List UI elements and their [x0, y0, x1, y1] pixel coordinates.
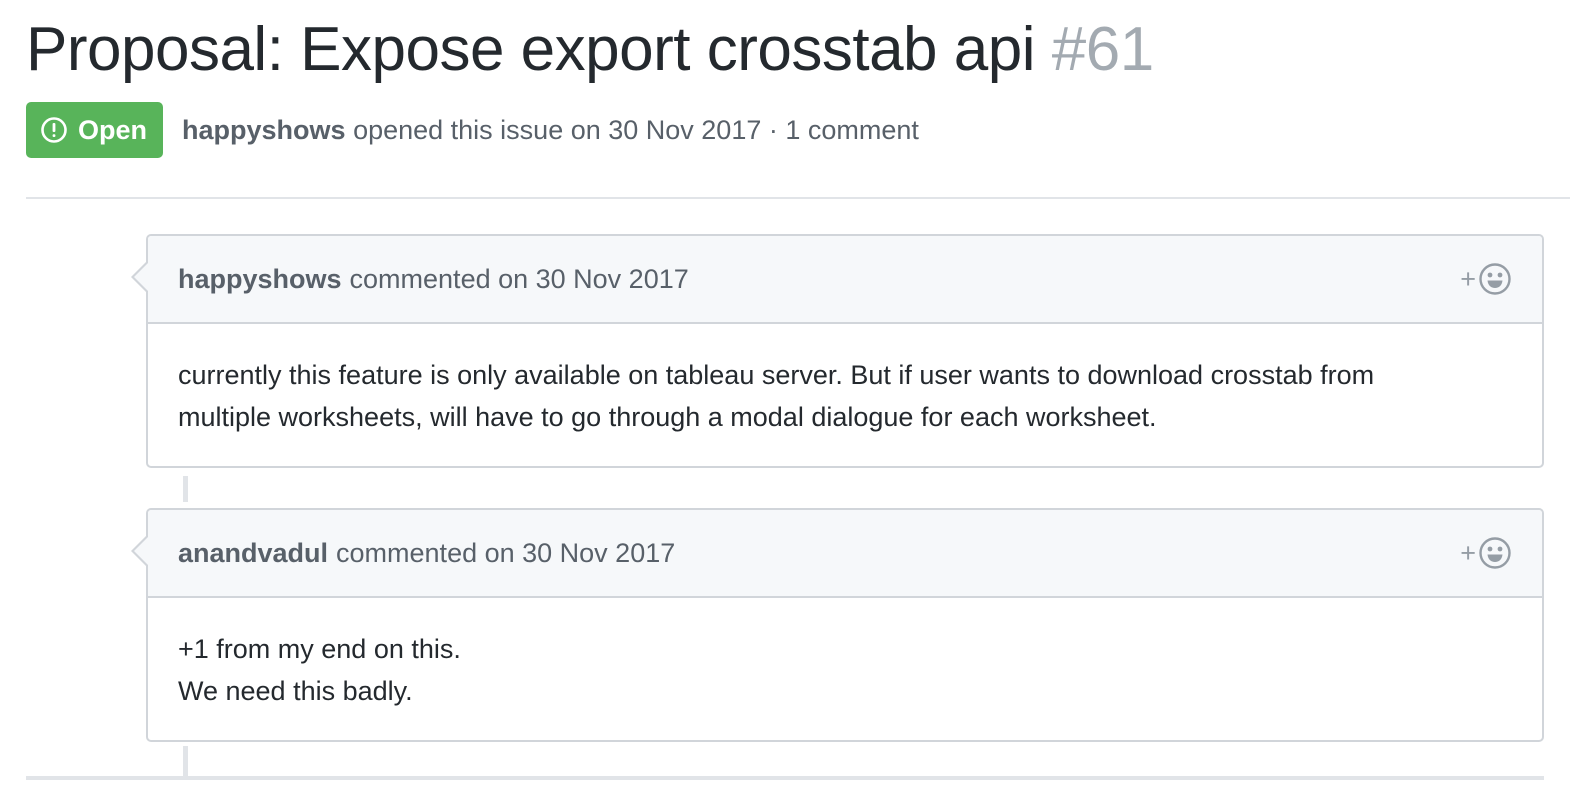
issue-meta-text: happyshows opened this issue on 30 Nov 2… [182, 115, 919, 146]
comment-author-link[interactable]: anandvadul [178, 538, 328, 569]
issue-meta: Open happyshows opened this issue on 30 … [26, 102, 919, 158]
issue-title-text: Proposal: Expose export crosstab api [26, 15, 1036, 84]
comment-header: happyshows commented on 30 Nov 2017 + [131, 236, 1542, 324]
comment-box: happyshows commented on 30 Nov 2017 + cu… [131, 234, 1544, 468]
smiley-icon [1479, 263, 1511, 295]
comment-body-line: +1 from my end on this. [178, 634, 461, 664]
comment-body-line: We need this badly. [178, 676, 413, 706]
timeline-connector [183, 476, 188, 502]
state-label: Open [78, 114, 148, 145]
issue-number: #61 [1051, 15, 1154, 84]
comment-box: anandvadul commented on 30 Nov 2017 + +1… [131, 508, 1544, 742]
add-reaction-button[interactable]: + [1460, 536, 1512, 570]
footer-divider [26, 776, 1544, 780]
smiley-icon [1479, 537, 1511, 569]
comment-body-line: multiple worksheets, will have to go thr… [178, 402, 1157, 432]
issue-opened-icon [41, 117, 67, 143]
issue-opened-text: opened this issue on 30 Nov 2017 · 1 com… [353, 114, 919, 145]
timeline-connector [183, 746, 188, 776]
reaction-plus: + [1460, 538, 1476, 568]
comment-header: anandvadul commented on 30 Nov 2017 + [131, 510, 1542, 598]
issue-author-link[interactable]: happyshows [182, 115, 346, 145]
comment-caret-fill [134, 536, 149, 566]
reaction-plus: + [1460, 264, 1476, 294]
comment-body: currently this feature is only available… [148, 324, 1542, 438]
add-reaction-button[interactable]: + [1460, 262, 1512, 296]
comment-body-line: currently this feature is only available… [178, 360, 1375, 390]
comment-action: commented on 30 Nov 2017 [336, 537, 676, 568]
header-divider [26, 197, 1570, 199]
comment-body: +1 from my end on this. We need this bad… [148, 598, 1542, 712]
issue-title: Proposal: Expose export crosstab api #61 [26, 14, 1154, 86]
comment-author-link[interactable]: happyshows [178, 264, 342, 295]
comment-action: commented on 30 Nov 2017 [349, 263, 689, 294]
state-badge: Open [26, 102, 164, 158]
comment-caret-fill [134, 262, 149, 292]
